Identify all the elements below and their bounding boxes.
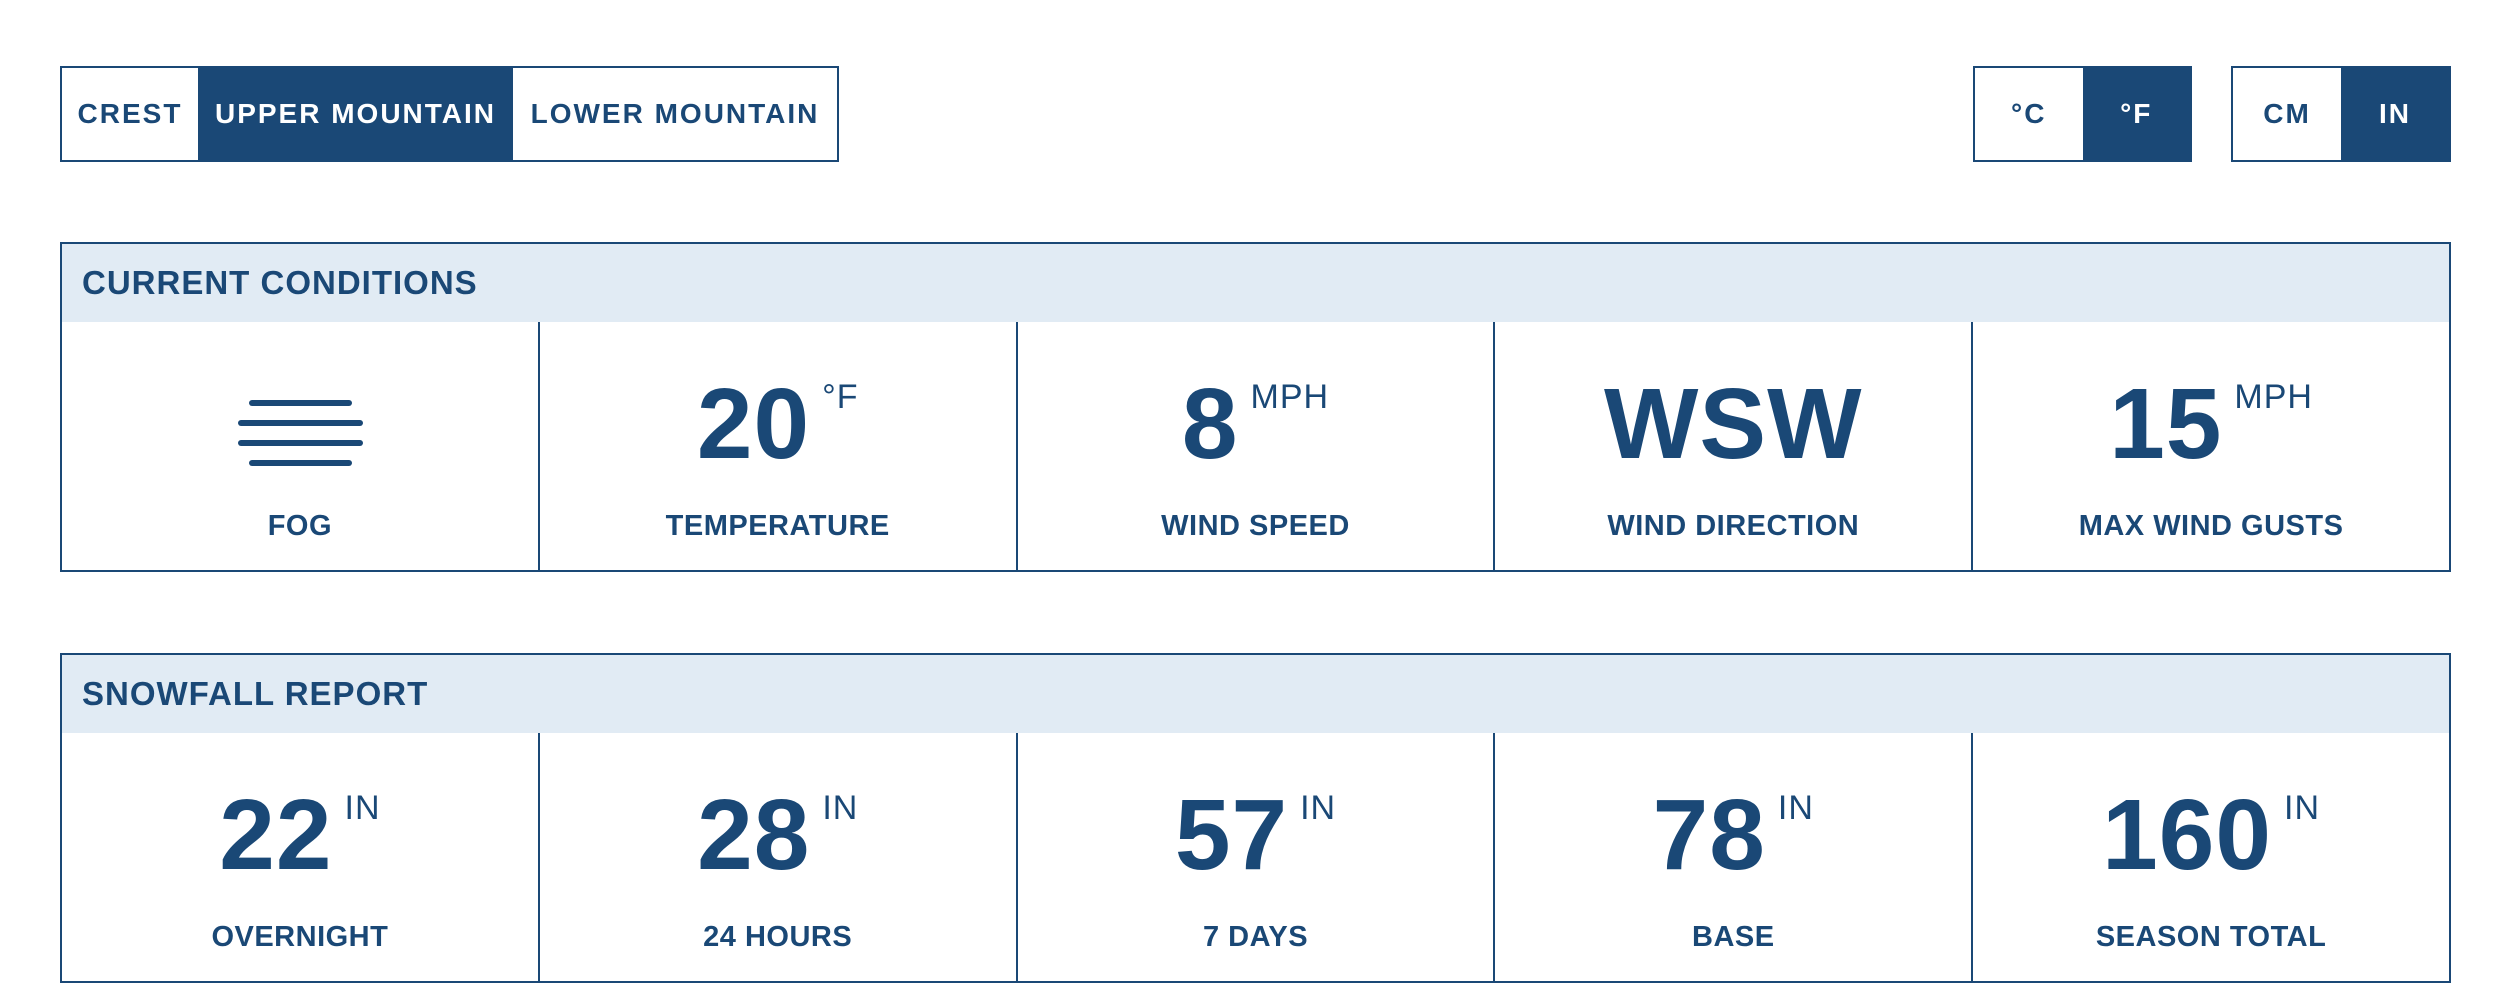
wind-speed-cell: 8 MPH Wind Speed [1015,322,1494,570]
temperature-value: 20 [696,368,811,480]
snowfall-7-days-unit: IN [1300,789,1337,827]
snowfall-season-total-unit: IN [2284,789,2321,827]
max-wind-gusts-cell: 15 MPH Max Wind Gusts [1971,322,2449,570]
snowfall-base-value: 78 [1652,779,1766,891]
snowfall-report-panel: Snowfall Report 22 IN Overnight 28 IN 24… [60,653,2451,983]
snowfall-overnight-cell: 22 IN Overnight [62,733,538,981]
temperature-label: Temperature [665,510,890,542]
wind-speed-value: 8 [1181,368,1239,480]
temperature-cell: 20 °F Temperature [537,322,1016,570]
snowfall-overnight-unit: IN [344,789,381,827]
max-wind-gusts-value: 15 [2109,368,2223,480]
snowfall-season-total-label: Season Total [2095,921,2327,953]
wind-speed-label: Wind Speed [1161,510,1350,542]
max-wind-gusts-unit: MPH [2234,378,2313,416]
wind-speed-unit: MPH [1250,378,1330,416]
location-toggle: Crest Upper Mountain Lower Mountain [60,66,839,162]
snowfall-base-label: Base [1692,921,1775,953]
snowfall-24-hours-label: 24 Hours [703,921,853,953]
snowfall-24-hours-unit: IN [822,789,859,827]
snowfall-7-days-value: 57 [1174,779,1289,891]
current-conditions-title: Current Conditions [62,244,2449,322]
snowfall-overnight-label: Overnight [211,921,389,953]
max-wind-gusts-label: Max Wind Gusts [2078,510,2344,542]
snowfall-7-days-label: 7 Days [1202,921,1309,953]
current-conditions-panel: Current Conditions Fog 20 °F Temperature… [60,242,2451,572]
location-option-lower-mountain[interactable]: Lower Mountain [513,68,837,160]
snowfall-7-days-cell: 57 IN 7 Days [1015,733,1494,981]
snowfall-24-hours-cell: 28 IN 24 Hours [537,733,1016,981]
temperature-unit: °F [822,378,859,416]
snowfall-season-total-cell: 160 IN Season Total [1971,733,2449,981]
unit-option-celsius[interactable]: °C [1975,68,2083,160]
snowfall-overnight-value: 22 [219,779,333,891]
location-option-upper-mountain[interactable]: Upper Mountain [198,68,513,160]
location-option-crest[interactable]: Crest [62,68,198,160]
wind-direction-cell: WSW Wind Direction [1493,322,1971,570]
unit-option-cm[interactable]: CM [2233,68,2341,160]
snowfall-base-cell: 78 IN Base [1493,733,1971,981]
length-unit-toggle: CM IN [2231,66,2451,162]
snowfall-base-unit: IN [1777,789,1814,827]
snowfall-24-hours-value: 28 [697,779,811,891]
unit-option-in[interactable]: IN [2341,68,2449,160]
wind-direction-value: WSW [1604,368,1863,480]
weather-label: Fog [267,510,333,542]
snowfall-season-total-value: 160 [2102,779,2273,891]
unit-option-fahrenheit[interactable]: °F [2082,68,2190,160]
weather-cell: Fog [62,322,538,570]
snowfall-report-title: Snowfall Report [62,655,2449,733]
fog-icon [237,400,363,466]
temperature-unit-toggle: °C °F [1973,66,2192,162]
wind-direction-label: Wind Direction [1607,510,1860,542]
